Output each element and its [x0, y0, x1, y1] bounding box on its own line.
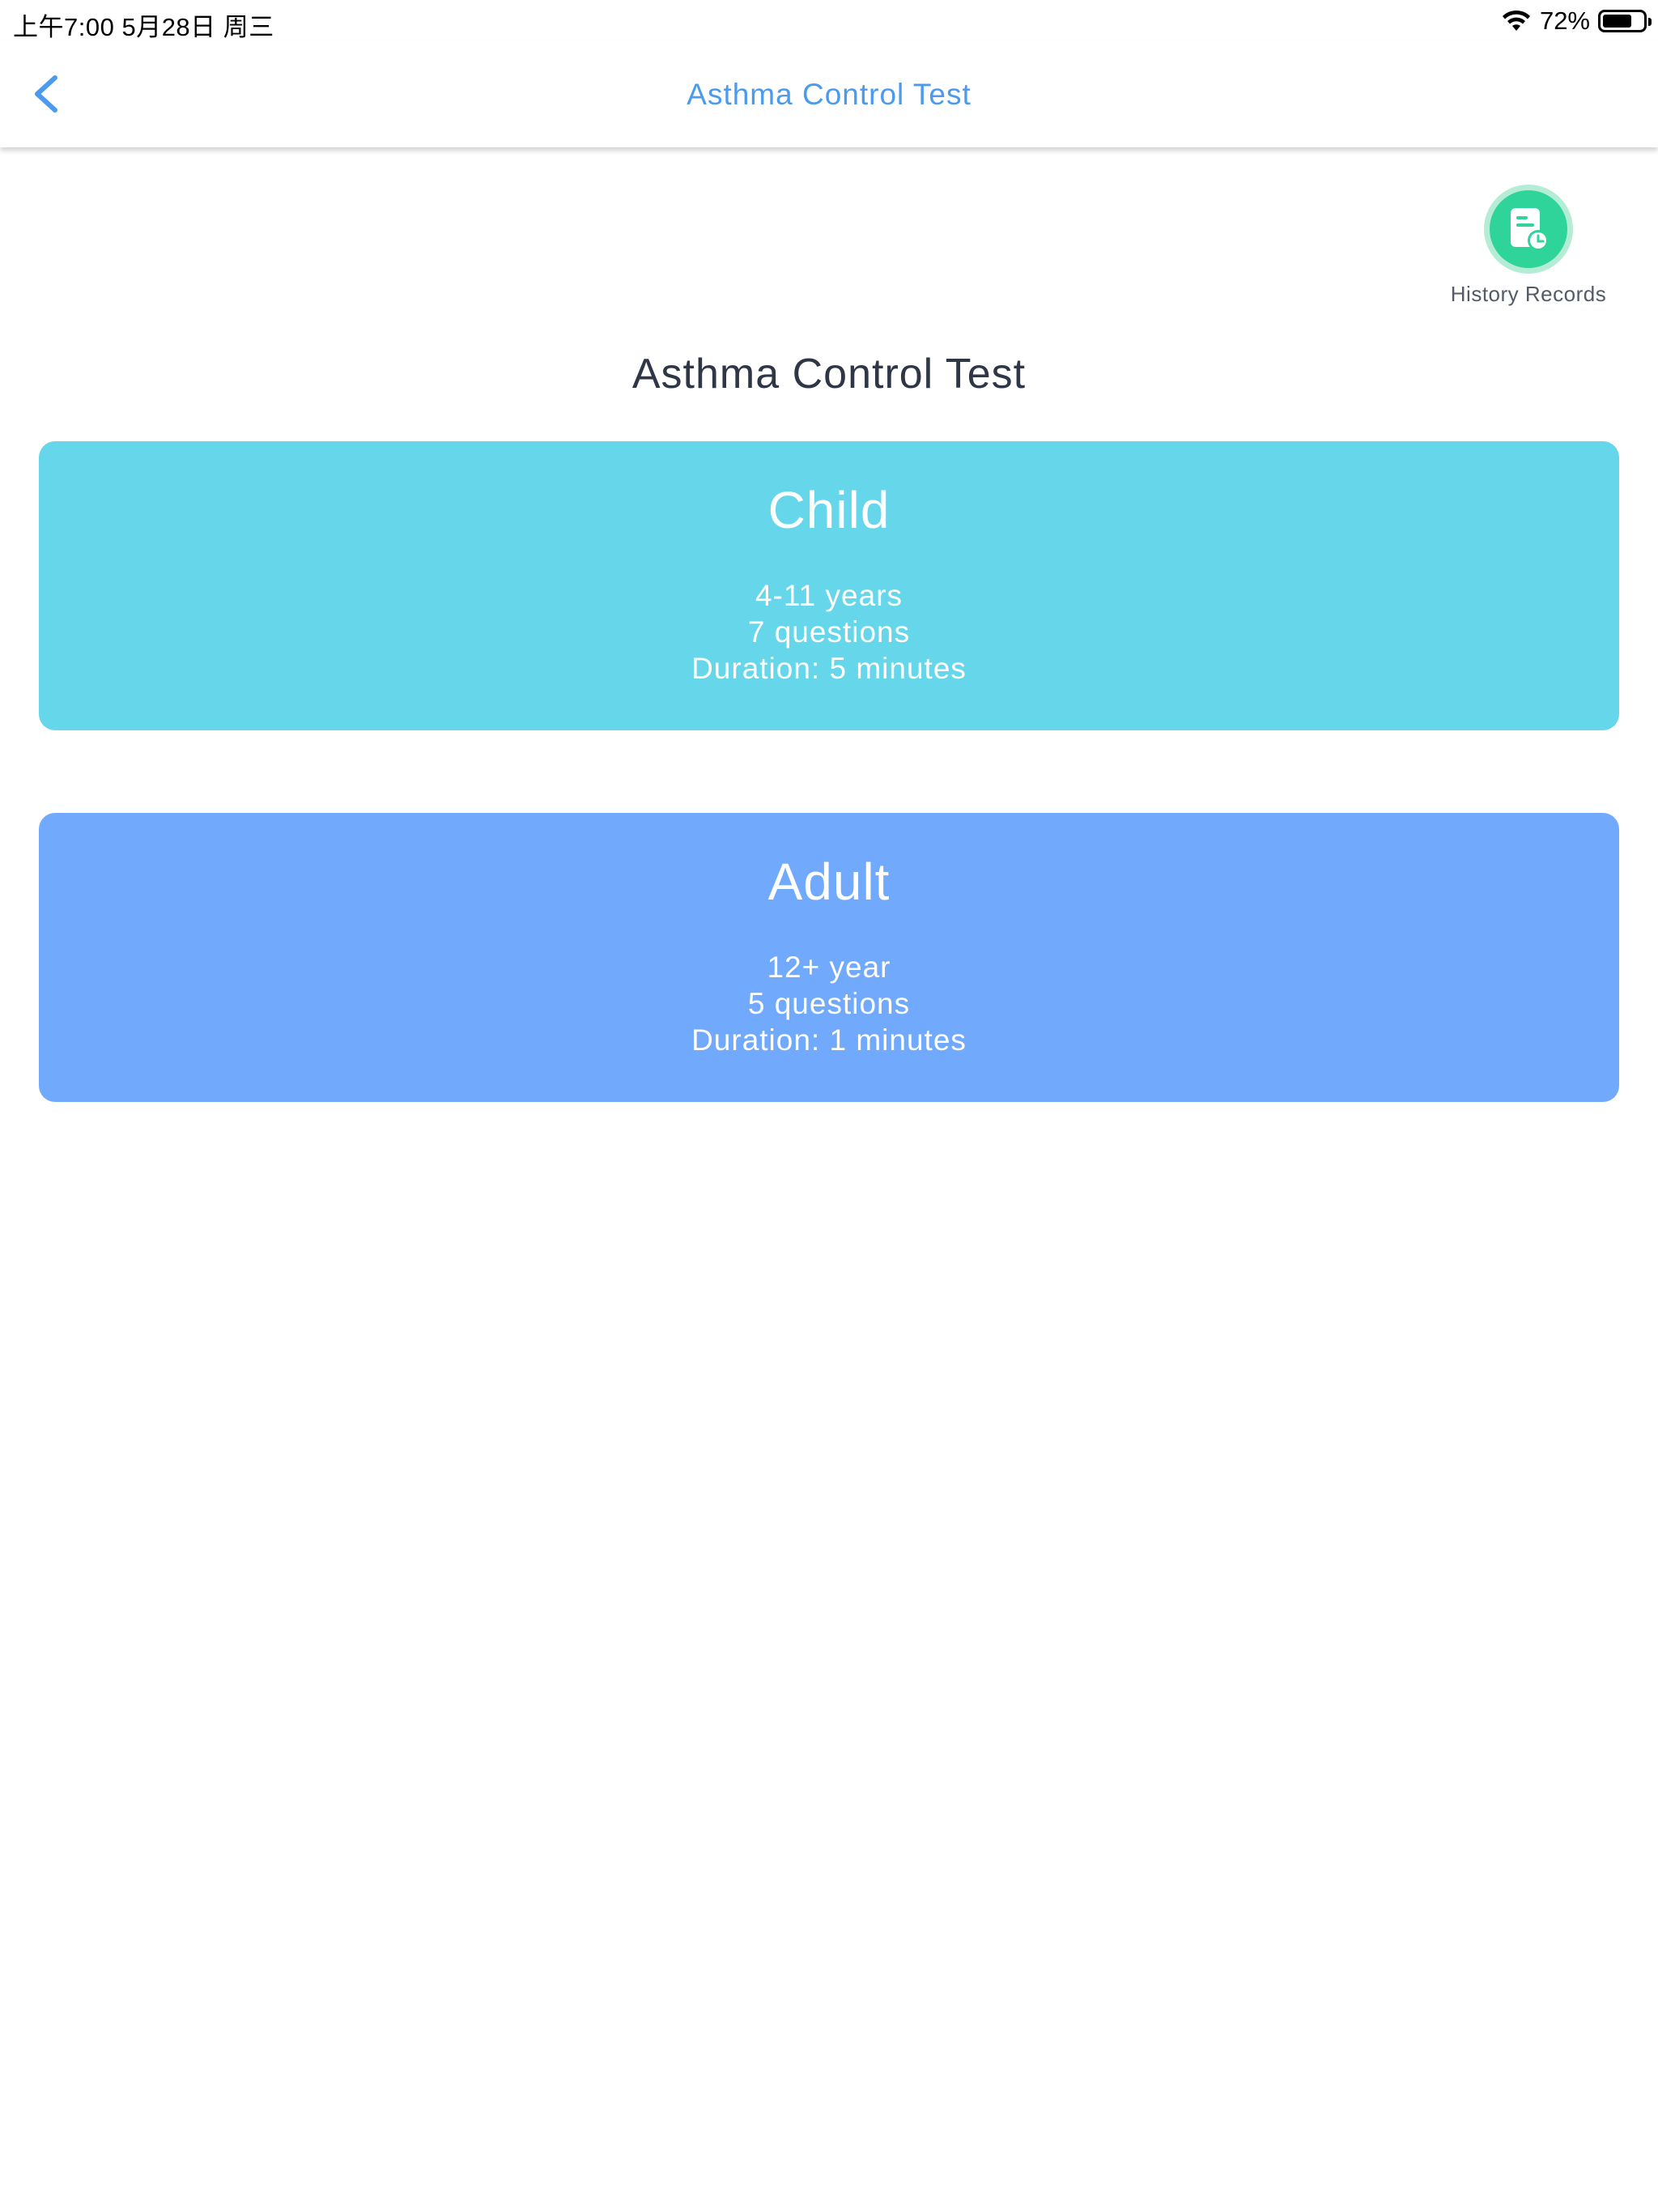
page-title: Asthma Control Test [631, 351, 1027, 398]
wifi-icon [1502, 10, 1530, 31]
card-duration: Duration: 1 minutes [691, 1023, 967, 1057]
battery-percentage: 72% [1539, 6, 1590, 35]
nav-title: Asthma Control Test [687, 78, 971, 111]
card-title: Adult [767, 853, 891, 911]
card-title: Child [767, 481, 891, 539]
card-details: 12+ year 5 questions Duration: 1 minutes [39, 949, 1619, 1058]
status-bar: 上午7:00 5月28日 周三 72% [0, 0, 1658, 41]
history-icon-ring [1484, 185, 1573, 274]
battery-tip [1648, 18, 1652, 26]
card-question-count: 7 questions [747, 615, 911, 649]
card-age-range: 12+ year [767, 951, 891, 984]
card-age-range: 4-11 years [755, 579, 903, 612]
navigation-bar: Asthma Control Test [0, 40, 1658, 147]
status-indicators: 72% [1501, 6, 1652, 36]
history-icon-circle [1490, 190, 1567, 268]
battery-fill [1603, 15, 1631, 28]
status-time: 上午7:00 5月28日 周三 [13, 13, 274, 41]
child-test-card[interactable]: Child 4-11 years 7 questions Duration: 5… [39, 441, 1619, 730]
card-question-count: 5 questions [747, 987, 911, 1020]
battery-icon [1598, 10, 1652, 32]
card-details: 4-11 years 7 questions Duration: 5 minut… [39, 577, 1619, 687]
card-duration: Duration: 5 minutes [691, 652, 967, 685]
document-clock-icon [1511, 208, 1549, 251]
history-records-label: History Records [1450, 282, 1607, 306]
history-records-button[interactable]: History Records [1439, 185, 1618, 307]
adult-test-card[interactable]: Adult 12+ year 5 questions Duration: 1 m… [39, 813, 1619, 1102]
